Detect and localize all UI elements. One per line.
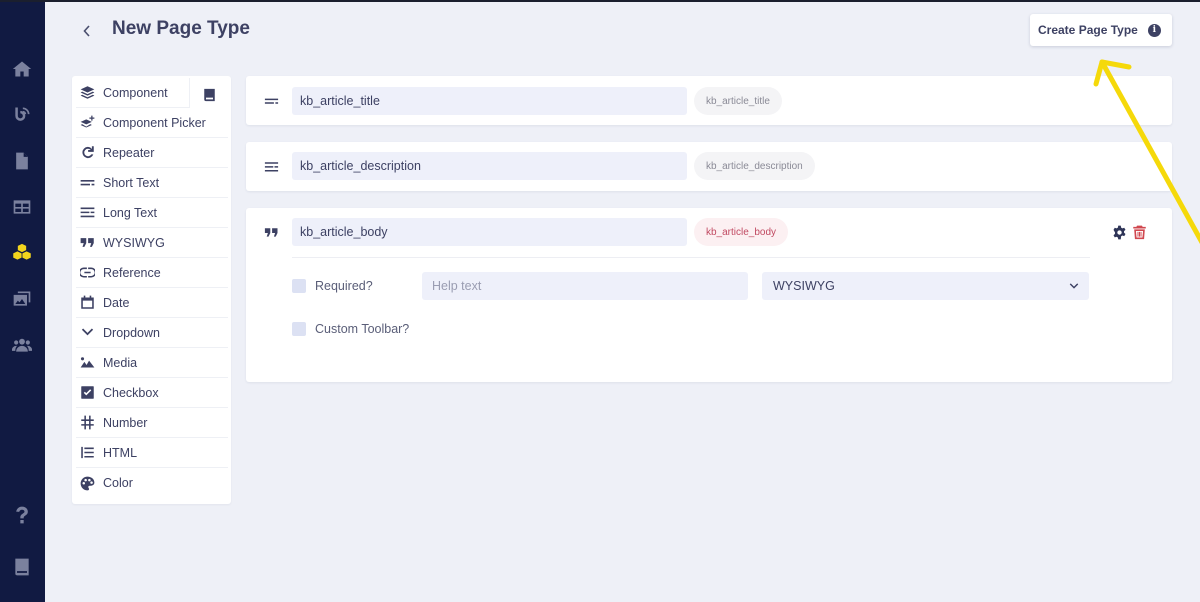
palette-icon	[80, 476, 95, 490]
palette-item-number[interactable]: Number	[76, 408, 228, 438]
required-checkbox[interactable]	[292, 279, 306, 293]
short-text-icon[interactable]	[263, 94, 279, 108]
delete-field-trash-icon[interactable]	[1131, 224, 1147, 240]
palette-item-wysiwyg[interactable]: WYSIWYG	[76, 228, 228, 258]
palette-item-label: Component	[103, 85, 168, 100]
help-text-input[interactable]	[422, 272, 748, 300]
palette-item-label: Long Text	[103, 205, 157, 220]
palette-item-dropdown[interactable]: Dropdown	[76, 318, 228, 348]
editor-type-select[interactable]: WYSIWYG	[762, 272, 1089, 300]
field-card-wysiwyg[interactable]: kb_article_body Required? WYSIWYG Custom…	[246, 208, 1172, 382]
table-grid-icon[interactable]	[11, 196, 33, 218]
field-card-short-text[interactable]: kb_article_title	[246, 76, 1172, 125]
field-slug-badge: kb_article_title	[694, 87, 782, 115]
page-icon[interactable]	[11, 150, 33, 172]
palette-item-reference[interactable]: Reference	[76, 258, 228, 288]
palette-item-short-text[interactable]: Short Text	[76, 168, 228, 198]
palette-item-date[interactable]: Date	[76, 288, 228, 318]
palette-item-label: HTML	[103, 445, 138, 460]
list-icon	[81, 446, 94, 459]
palette-item-label: WYSIWYG	[103, 235, 165, 250]
users-icon[interactable]	[11, 334, 33, 356]
palette-item-component-picker[interactable]: Component Picker	[76, 108, 228, 138]
checkbox-icon	[81, 386, 94, 399]
window-top-border	[0, 0, 1200, 2]
docs-book-icon[interactable]	[11, 556, 33, 578]
palette-item-label: Number	[103, 415, 148, 430]
components-cubes-icon[interactable]	[11, 242, 33, 264]
calendar-icon	[81, 295, 94, 309]
create-page-type-button[interactable]: Create Page Type i	[1030, 14, 1172, 46]
image-icon	[80, 357, 95, 368]
custom-toolbar-checkbox[interactable]	[292, 322, 306, 336]
field-settings-gear-icon[interactable]	[1111, 224, 1127, 240]
quote-icon	[80, 238, 94, 247]
palette-item-label: Date	[103, 295, 130, 310]
palette-item-label: Repeater	[103, 145, 155, 160]
info-icon[interactable]: i	[1147, 23, 1161, 37]
redo-icon	[82, 146, 94, 159]
palette-item-component[interactable]: Component	[76, 78, 190, 108]
field-name-input[interactable]	[292, 87, 687, 115]
palette-item-label: Dropdown	[103, 325, 160, 340]
link-icon	[80, 267, 95, 278]
palette-item-repeater[interactable]: Repeater	[76, 138, 228, 168]
chevron-left-icon	[83, 25, 90, 37]
required-label: Required?	[315, 279, 373, 293]
back-button[interactable]	[78, 21, 96, 41]
editor-type-value: WYSIWYG	[773, 279, 835, 293]
palette-item-color[interactable]: Color	[76, 468, 228, 498]
palette-item-html[interactable]: HTML	[76, 438, 228, 468]
chevron-down-icon	[1069, 283, 1079, 289]
chevron-down-icon	[81, 328, 94, 336]
field-name-input[interactable]	[292, 152, 687, 180]
blog-feed-icon[interactable]	[11, 104, 33, 126]
field-card-long-text[interactable]: kb_article_description	[246, 142, 1172, 191]
field-type-palette: Component Component Picker Repeater Shor…	[72, 76, 231, 504]
long-text-icon[interactable]	[263, 160, 279, 174]
home-icon[interactable]	[11, 58, 33, 80]
media-library-icon[interactable]	[11, 288, 33, 310]
layers-plus-icon	[80, 115, 95, 128]
palette-docs-button[interactable]	[190, 80, 228, 110]
palette-item-label: Reference	[103, 265, 161, 280]
layers-icon	[80, 86, 95, 99]
field-slug-badge: kb_article_body	[694, 218, 789, 246]
palette-item-label: Short Text	[103, 175, 160, 190]
palette-item-label: Media	[103, 355, 138, 370]
palette-item-long-text[interactable]: Long Text	[76, 198, 228, 228]
help-icon[interactable]	[11, 504, 33, 526]
book-icon	[203, 88, 215, 102]
custom-toolbar-label: Custom Toolbar?	[315, 322, 410, 336]
palette-item-label: Component Picker	[103, 115, 206, 130]
quote-icon[interactable]	[263, 226, 279, 240]
palette-item-label: Checkbox	[103, 385, 159, 400]
hashtag-icon	[81, 415, 94, 430]
field-slug-badge: kb_article_description	[694, 152, 815, 180]
page-title: New Page Type	[112, 18, 250, 39]
sidebar-nav	[0, 2, 45, 602]
field-name-input[interactable]	[292, 218, 687, 246]
create-page-type-label: Create Page Type	[1038, 23, 1138, 37]
palette-item-checkbox[interactable]: Checkbox	[76, 378, 228, 408]
palette-item-label: Color	[103, 476, 133, 490]
long-text-icon	[80, 207, 95, 218]
field-divider	[292, 257, 1090, 258]
palette-item-media[interactable]: Media	[76, 348, 228, 378]
short-text-icon	[80, 180, 95, 186]
